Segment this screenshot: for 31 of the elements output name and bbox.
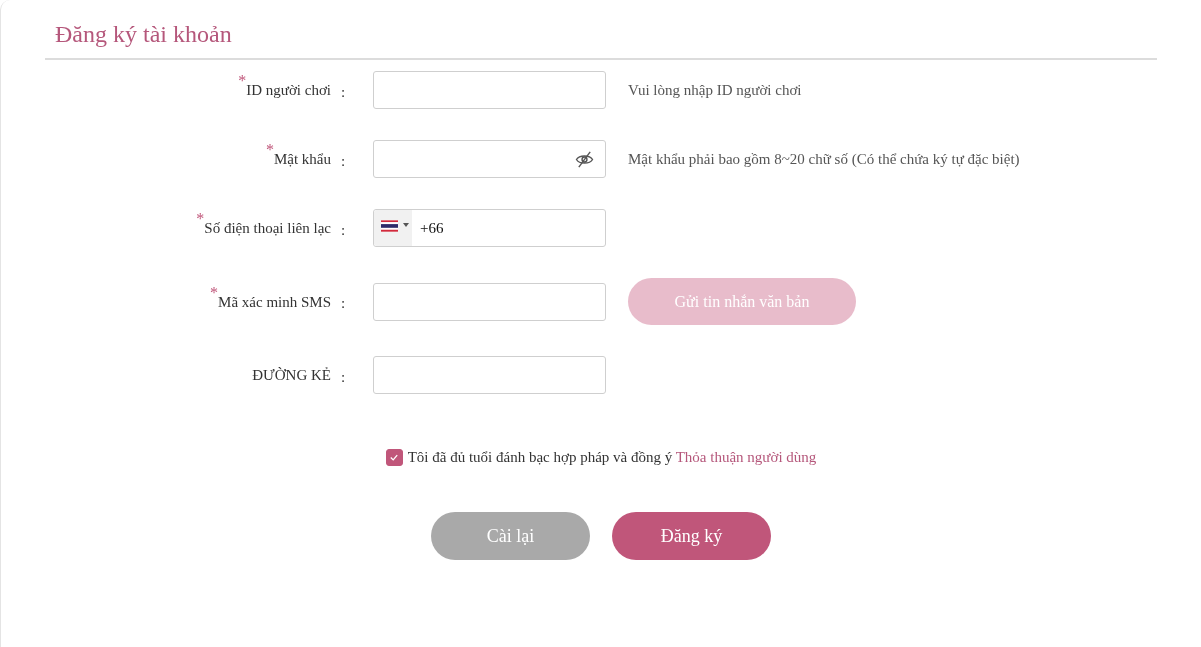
field-label: Mã xác minh SMS — [218, 292, 331, 311]
password-input[interactable] — [373, 140, 606, 178]
required-mark: * — [210, 285, 219, 300]
label-colon: : — [341, 367, 347, 386]
field-label: ĐƯỜNG KẺ — [252, 366, 331, 384]
label-colon: : — [341, 151, 347, 170]
text-input[interactable] — [373, 71, 606, 109]
eye-slash-icon[interactable] — [575, 151, 594, 168]
required-mark: * — [265, 143, 274, 157]
user-agreement-link[interactable]: Thỏa thuận người dùng — [675, 449, 817, 465]
flag-icon — [381, 220, 398, 232]
register-button[interactable]: Đăng ký — [612, 512, 771, 560]
required-mark: * — [238, 74, 247, 88]
field-hint: Mật khẩu phải bao gồm 8~20 chữ số (Có thể chứa ký tự đặc biệt) — [628, 150, 1020, 168]
label-colon: : — [341, 82, 347, 101]
caret-icon — [403, 223, 409, 227]
field-label: Mật khẩu — [273, 150, 331, 168]
field-label: Số điện thoại liên lạc — [204, 220, 331, 237]
field-hint: Vui lòng nhập ID người chơi — [628, 81, 802, 99]
text-input[interactable] — [373, 356, 606, 394]
label-colon: : — [341, 220, 347, 239]
label-colon: : — [341, 294, 347, 312]
required-mark: * — [196, 212, 205, 226]
field-label: ID người chơi — [246, 82, 331, 99]
agreement-text: Tôi đã đủ tuổi đánh bạc hợp pháp và đồng ý Thỏa thuận người dùng — [407, 448, 817, 467]
page-title: Đăng ký tài khoản — [55, 21, 232, 47]
text-input[interactable] — [373, 282, 606, 321]
country-code-dropdown[interactable] — [374, 210, 412, 246]
checkbox[interactable] — [385, 448, 403, 466]
reset-button[interactable]: Cài lại — [431, 512, 590, 560]
checkmark-icon — [390, 453, 399, 461]
